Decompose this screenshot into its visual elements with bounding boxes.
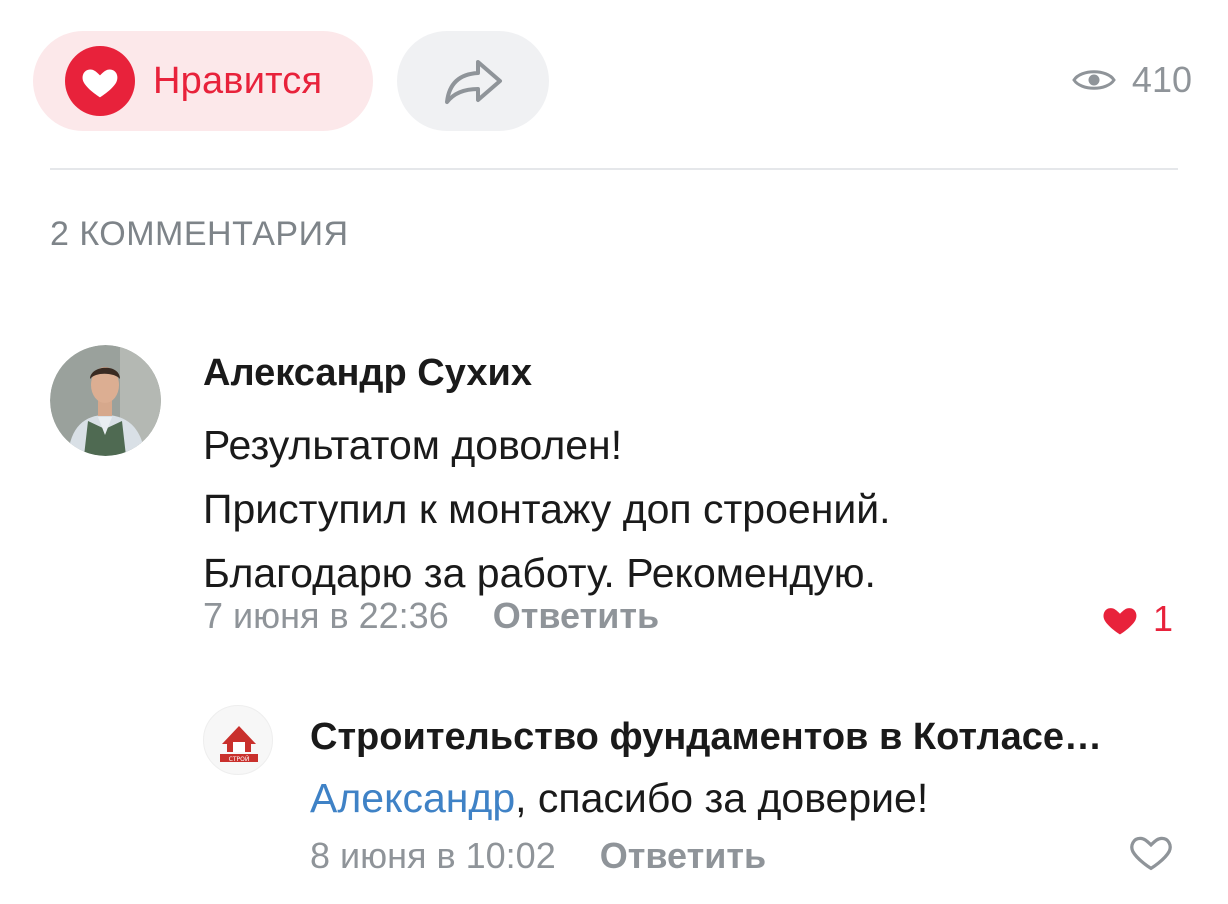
- comment-meta: 7 июня в 22:36 Ответить: [203, 595, 659, 637]
- comment-like-button[interactable]: 1: [1101, 598, 1173, 640]
- comment-like-button[interactable]: [1129, 832, 1173, 877]
- comment-date: 8 июня в 10:02: [310, 835, 556, 876]
- share-arrow-icon: [445, 60, 502, 104]
- divider: [50, 168, 1178, 170]
- share-button[interactable]: [397, 31, 549, 131]
- comment-meta: 8 июня в 10:02 Ответить: [310, 835, 766, 877]
- views-counter: 410: [1072, 52, 1192, 108]
- comment-line: Приступил к монтажу доп строений.: [203, 486, 891, 532]
- comment-line: Результатом доволен!: [203, 422, 623, 468]
- heart-filled-icon: [1103, 608, 1137, 635]
- community-avatar[interactable]: СТРОЙ: [203, 705, 273, 775]
- heart-outline-icon: [1130, 836, 1172, 871]
- reply-button[interactable]: Ответить: [600, 835, 766, 877]
- like-button[interactable]: Нравится: [33, 31, 373, 131]
- comment-text: Александр, спасибо за доверие!: [310, 775, 928, 822]
- comment-author[interactable]: Строительство фундаментов в Котласе…: [310, 716, 1102, 759]
- heart-icon: [65, 46, 135, 116]
- logo-text: СТРОЙ: [229, 756, 250, 763]
- comments-count-header: 2 КОММЕНТАРИЯ: [50, 215, 349, 253]
- like-label: Нравится: [153, 59, 323, 102]
- comment-text: Результатом доволен! Приступил к монтажу…: [203, 413, 891, 605]
- comment-date: 7 июня в 22:36: [203, 595, 449, 636]
- avatar[interactable]: [50, 345, 161, 456]
- comment-like-count: 1: [1152, 598, 1173, 639]
- reply-button[interactable]: Ответить: [493, 595, 659, 637]
- comment-text-rest: , спасибо за доверие!: [515, 775, 929, 821]
- comment-author[interactable]: Александр Сухих: [203, 352, 532, 395]
- views-count: 410: [1131, 59, 1192, 100]
- eye-icon: [1072, 70, 1116, 90]
- mention-link[interactable]: Александр: [310, 775, 515, 821]
